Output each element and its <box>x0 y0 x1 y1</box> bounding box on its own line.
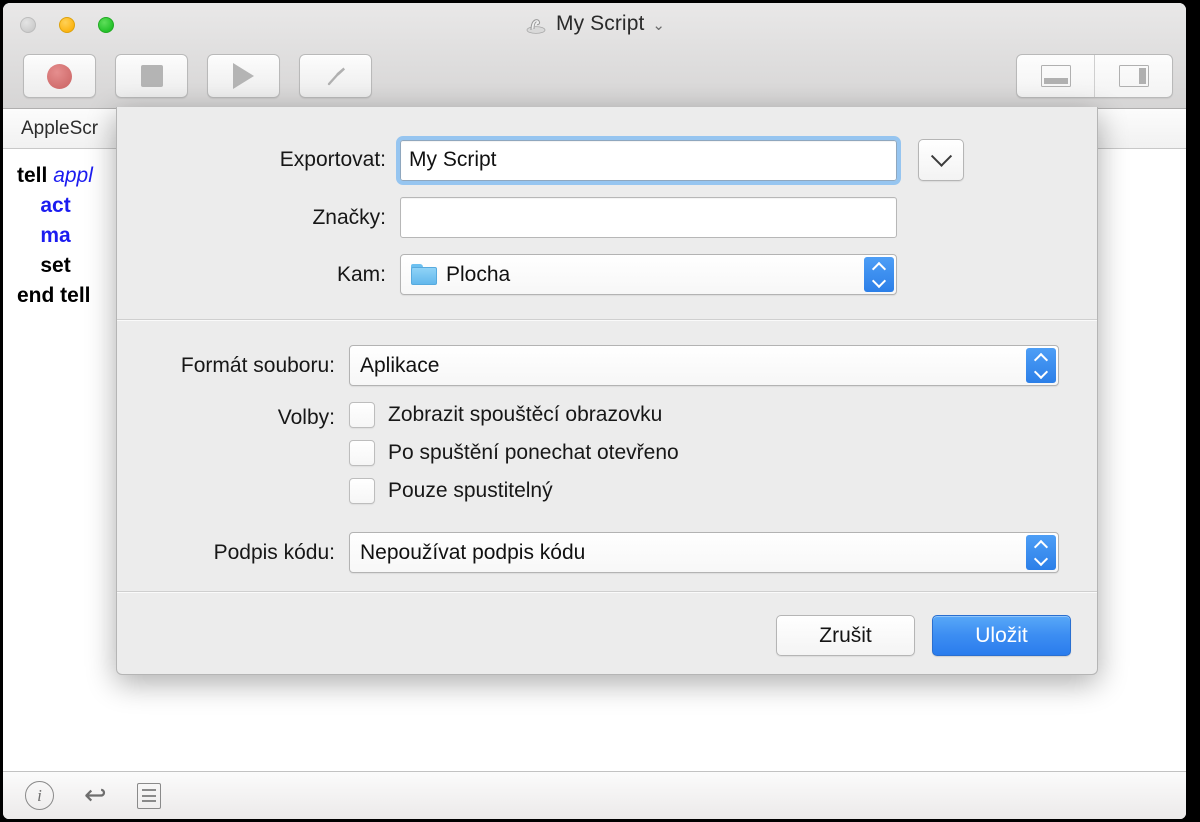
option-label: Zobrazit spouštěcí obrazovku <box>388 403 663 426</box>
where-label: Kam: <box>336 262 386 286</box>
code-signing-stepper-icon[interactable] <box>1026 535 1056 570</box>
code-signing-row: Podpis kódu: Nepoužívat podpis kódu <box>117 532 1097 573</box>
checkbox-icon[interactable] <box>349 478 375 504</box>
return-arrow-icon[interactable]: ↩ <box>84 782 107 809</box>
code-signing-popup-button[interactable]: Nepoužívat podpis kódu <box>349 532 1059 573</box>
stop-square-icon <box>140 65 163 87</box>
where-stepper-icon[interactable] <box>864 257 894 292</box>
code-signing-value: Nepoužívat podpis kódu <box>360 540 586 564</box>
option-label: Po spuštění ponechat otevřeno <box>388 441 679 464</box>
zoom-button[interactable] <box>98 17 114 33</box>
run-button[interactable] <box>207 54 280 98</box>
option-checkbox-0[interactable]: Zobrazit spouštěcí obrazovku <box>349 402 679 428</box>
file-format-stepper-icon[interactable] <box>1026 348 1056 383</box>
options-label: Volby: <box>277 406 335 429</box>
tags-input[interactable] <box>400 197 897 238</box>
option-label: Pouze spustitelný <box>388 479 553 502</box>
save-button[interactable]: Uložit <box>932 615 1071 656</box>
option-checkbox-1[interactable]: Po spuštění ponechat otevřeno <box>349 440 679 466</box>
options-row: Volby: Zobrazit spouštěcí obrazovku Po sp… <box>117 402 1097 516</box>
info-icon[interactable]: i <box>25 781 54 810</box>
panel-bottom-icon <box>1040 65 1071 87</box>
tags-label: Značky: <box>312 205 386 229</box>
where-value: Plocha <box>446 262 511 286</box>
record-circle-icon <box>47 63 72 89</box>
window-titlebar: My Script ⌄ <box>3 3 1186 109</box>
sheet-destination-section: Exportovat: My Script Značky: Kam: Ploch… <box>117 107 1097 319</box>
window-title: My Script <box>556 12 645 35</box>
where-row: Kam: Plocha <box>117 254 1097 295</box>
play-triangle-icon <box>233 63 254 89</box>
tags-row: Značky: <box>117 197 1097 238</box>
panel-right-icon <box>1118 65 1149 87</box>
export-name-row: Exportovat: My Script <box>117 135 1097 185</box>
export-sheet-dialog: Exportovat: My Script Značky: Kam: Ploch… <box>116 107 1098 675</box>
where-popup-button[interactable]: Plocha <box>400 254 897 295</box>
show-right-panel-button[interactable] <box>1094 55 1172 97</box>
status-bar: i ↩ <box>3 771 1186 819</box>
window-title-group: My Script ⌄ <box>3 12 1186 36</box>
checkbox-icon[interactable] <box>349 440 375 466</box>
compile-button[interactable] <box>299 54 372 98</box>
file-format-row: Formát souboru: Aplikace <box>117 345 1097 386</box>
chevron-down-icon <box>930 145 952 167</box>
file-format-popup-button[interactable]: Aplikace <box>349 345 1059 386</box>
description-list-icon[interactable] <box>136 782 161 809</box>
stop-button[interactable] <box>115 54 188 98</box>
option-checkbox-2[interactable]: Pouze spustitelný <box>349 478 679 504</box>
view-segmented-control[interactable] <box>1016 54 1173 98</box>
applescript-document-icon <box>526 19 546 34</box>
options-checkbox-list: Zobrazit spouštěcí obrazovku Po spuštění … <box>349 402 679 516</box>
file-format-label: Formát souboru: <box>180 353 335 377</box>
sheet-format-section: Formát souboru: Aplikace Volby: Zobrazit… <box>117 321 1097 591</box>
expand-browser-button[interactable] <box>918 139 964 181</box>
close-button[interactable] <box>20 17 36 33</box>
hammer-icon <box>327 67 345 86</box>
cancel-button[interactable]: Zrušit <box>776 615 915 656</box>
minimize-button[interactable] <box>59 17 75 33</box>
tab-applescript[interactable]: AppleScr <box>3 118 116 140</box>
title-chevron-down-icon[interactable]: ⌄ <box>652 18 665 33</box>
export-name-input[interactable]: My Script <box>396 135 901 185</box>
show-bottom-panel-button[interactable] <box>1017 55 1094 97</box>
sheet-action-bar: Zrušit Uložit <box>117 593 1097 678</box>
checkbox-icon[interactable] <box>349 402 375 428</box>
folder-icon <box>411 264 437 285</box>
file-format-value: Aplikace <box>360 353 440 377</box>
export-label: Exportovat: <box>279 148 386 171</box>
record-button[interactable] <box>23 54 96 98</box>
script-editor-window: My Script ⌄ AppleScr tell appl act ma se… <box>3 3 1186 819</box>
code-signing-label: Podpis kódu: <box>213 540 335 564</box>
